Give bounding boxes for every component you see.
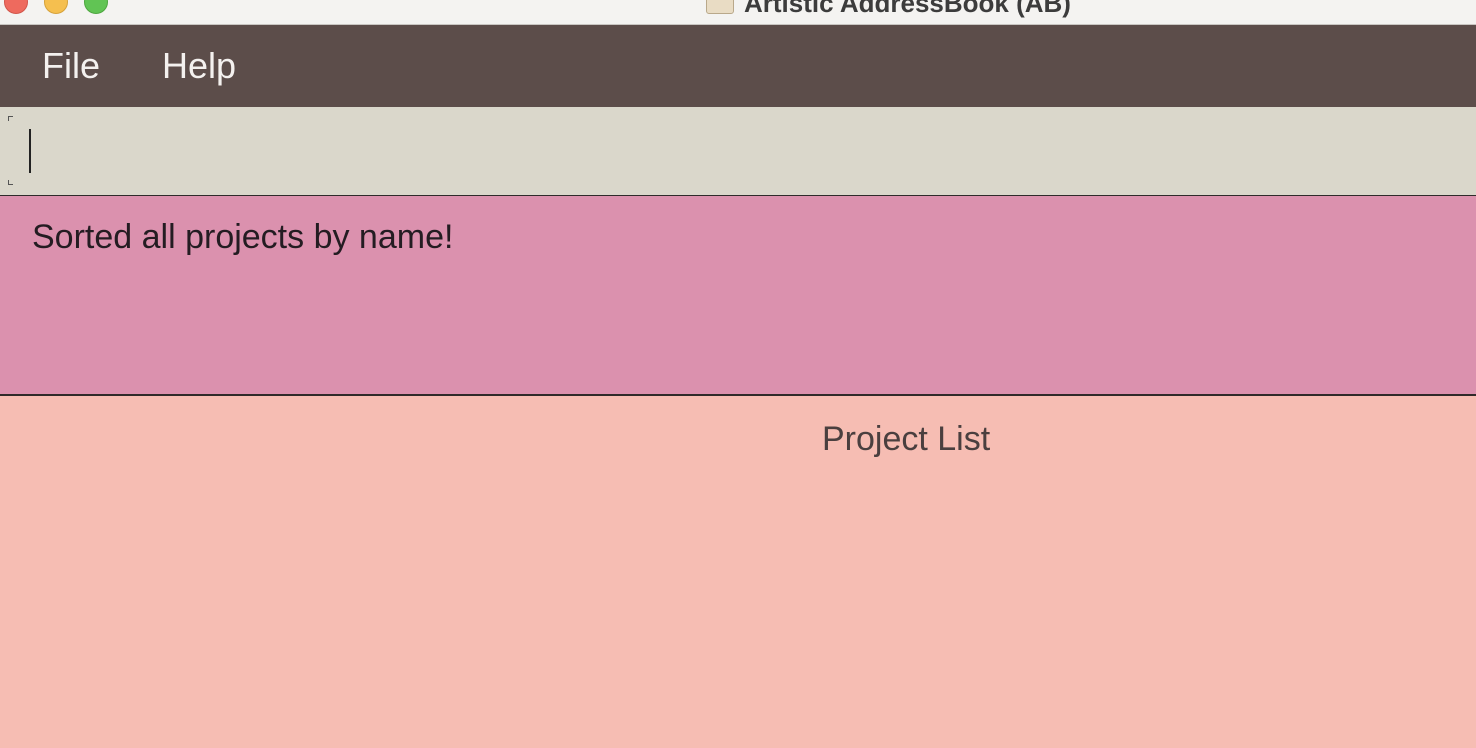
addressbook-app-icon: [706, 0, 734, 14]
text-caret: [29, 129, 31, 173]
command-box: [0, 107, 1476, 196]
minimize-window-button[interactable]: [44, 0, 68, 14]
result-message: Sorted all projects by name!: [32, 218, 454, 256]
menu-bar: File Help: [0, 25, 1476, 107]
menu-help[interactable]: Help: [162, 45, 236, 87]
command-input[interactable]: [8, 116, 1468, 184]
close-window-button[interactable]: [4, 0, 28, 14]
menu-file[interactable]: File: [42, 45, 100, 87]
window-title-group: Artistic AddressBook (AB): [706, 0, 1071, 18]
result-display: Sorted all projects by name!: [0, 196, 1476, 396]
title-bar: Artistic AddressBook (AB): [0, 0, 1476, 25]
maximize-window-button[interactable]: [84, 0, 108, 14]
project-list-panel: Project List: [0, 396, 1476, 748]
project-list-title: Project List: [822, 420, 991, 458]
app-window: Artistic AddressBook (AB) File Help Sort…: [0, 0, 1476, 748]
window-title: Artistic AddressBook (AB): [744, 0, 1071, 18]
